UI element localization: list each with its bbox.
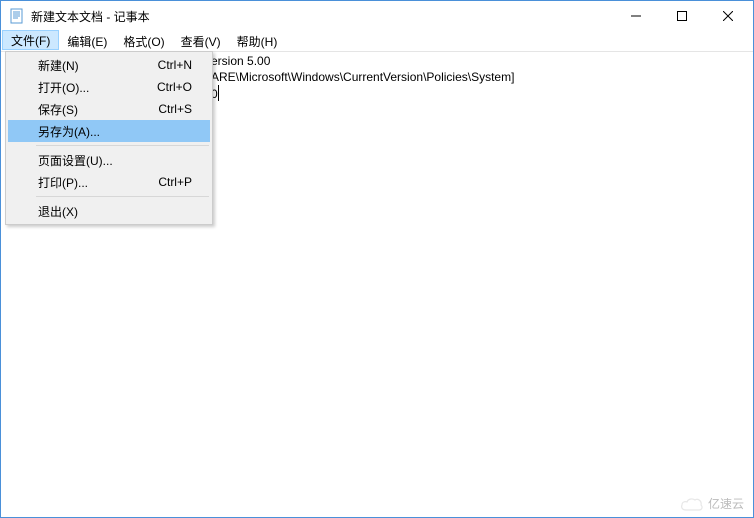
menu-exit[interactable]: 退出(X) — [8, 200, 210, 222]
menu-label: 页面设置(U)... — [38, 152, 113, 169]
menu-label: 另存为(A)... — [38, 123, 100, 140]
menu-help[interactable]: 帮助(H) — [229, 31, 286, 51]
maximize-button[interactable] — [659, 1, 705, 31]
menubar: 文件(F) 编辑(E) 格式(O) 查看(V) 帮助(H) — [1, 31, 753, 52]
menu-shortcut: Ctrl+N — [158, 58, 192, 72]
menu-page-setup[interactable]: 页面设置(U)... — [8, 149, 210, 171]
menu-save-as[interactable]: 另存为(A)... — [8, 120, 210, 142]
menu-separator — [36, 145, 209, 146]
text-cursor — [218, 85, 219, 101]
menu-new[interactable]: 新建(N) Ctrl+N — [8, 54, 210, 76]
menu-label: 打开(O)... — [38, 79, 89, 96]
window-controls — [613, 1, 751, 31]
menu-save[interactable]: 保存(S) Ctrl+S — [8, 98, 210, 120]
minimize-button[interactable] — [613, 1, 659, 31]
close-button[interactable] — [705, 1, 751, 31]
window-title: 新建文本文档 - 记事本 — [31, 8, 613, 25]
menu-view[interactable]: 查看(V) — [173, 31, 229, 51]
menu-edit[interactable]: 编辑(E) — [59, 31, 115, 51]
menu-file[interactable]: 文件(F) — [2, 30, 59, 50]
titlebar[interactable]: 新建文本文档 - 记事本 — [1, 1, 753, 31]
menu-shortcut: Ctrl+P — [158, 175, 192, 189]
file-menu-dropdown: 新建(N) Ctrl+N 打开(O)... Ctrl+O 保存(S) Ctrl+S 另… — [5, 51, 213, 225]
menu-label: 打印(P)... — [38, 174, 88, 191]
menu-label: 保存(S) — [38, 101, 78, 118]
menu-print[interactable]: 打印(P)... Ctrl+P — [8, 171, 210, 193]
menu-shortcut: Ctrl+O — [157, 80, 192, 94]
menu-label: 新建(N) — [38, 57, 79, 74]
menu-label: 退出(X) — [38, 203, 78, 220]
menu-shortcut: Ctrl+S — [158, 102, 192, 116]
app-icon — [9, 8, 25, 24]
menu-format[interactable]: 格式(O) — [115, 31, 172, 51]
menu-open[interactable]: 打开(O)... Ctrl+O — [8, 76, 210, 98]
menu-separator — [36, 196, 209, 197]
